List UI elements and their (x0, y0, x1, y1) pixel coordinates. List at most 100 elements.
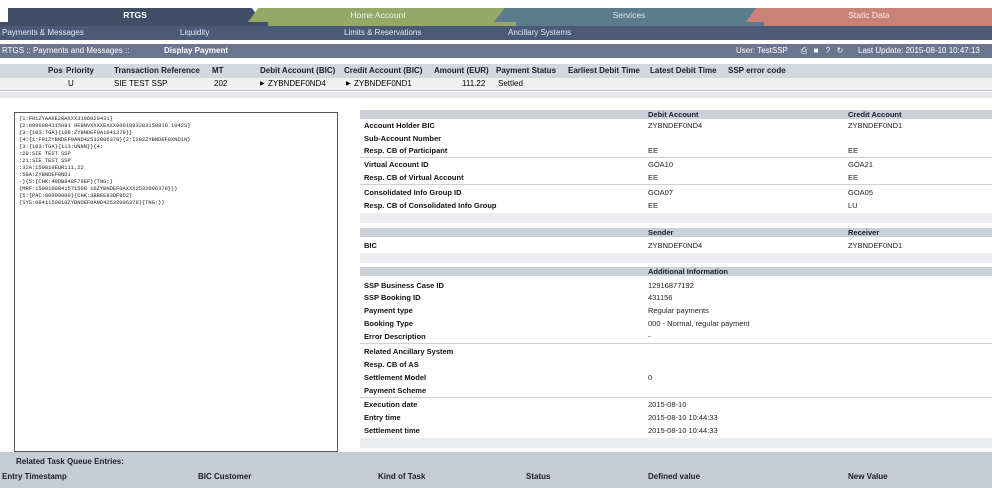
col-mt[interactable]: MT (212, 64, 224, 78)
bic-row: BIC ZYBNDEF0ND4 ZYBNDEF0ND1 (360, 240, 992, 251)
submenu-limits[interactable]: Limits & Reservations (344, 26, 421, 40)
col-priority[interactable]: Priority (66, 64, 94, 78)
print-icon[interactable]: ⎙ (800, 47, 808, 55)
receiver-bic: ZYBNDEF0ND1 (848, 241, 903, 250)
credit-value: EE (848, 146, 859, 155)
breadcrumb-bar: RTGS :: Payments and Messages :: Display… (0, 44, 992, 58)
info-row: Settlement time 2015-08-10 10:44:33 (360, 425, 992, 436)
submenu-payments[interactable]: Payments & Messages (2, 26, 84, 40)
arrow-right-icon[interactable]: ▶ (346, 78, 351, 90)
cell-debit[interactable]: ZYBNDEF0ND4 (268, 78, 326, 90)
table-row[interactable]: U SIE TEST SSP 202 ▶ ZYBNDEF0ND4 ▶ ZYBND… (0, 78, 992, 90)
tab-services[interactable]: Services (494, 8, 764, 22)
tab-rtgs[interactable]: RTGS (8, 8, 262, 22)
info-row: Booking Type 000 - Normal, regular payme… (360, 318, 992, 329)
submenu-liquidity[interactable]: Liquidity (180, 26, 209, 40)
message-line: {MRF:1508100841571508 10ZYBNDEF0AXXX2532… (19, 186, 178, 192)
col-error[interactable]: SSP error code (728, 64, 786, 78)
tab-static-data[interactable]: Static Data (746, 8, 992, 22)
row-label: Settlement Model (364, 373, 427, 382)
debit-value: ZYBNDEF0ND4 (648, 121, 703, 130)
cell-mt: 202 (214, 79, 228, 88)
row-label: Booking Type (364, 319, 414, 328)
account-row: Resp. CB of Participant EE EE (360, 145, 992, 156)
submenu-ancillary[interactable]: Ancillary Systems (508, 26, 571, 40)
debit-account-heading: Debit Account (648, 110, 699, 119)
credit-value: LU (848, 201, 858, 210)
col-credit[interactable]: Credit Account (BIC) (344, 64, 422, 78)
cell-credit[interactable]: ZYBNDEF0ND1 (354, 78, 412, 90)
row-value: 431156 (648, 293, 673, 302)
info-row: Payment type Regular payments (360, 305, 992, 316)
row-label: Error Description (364, 332, 426, 341)
related-title: Related Task Queue Entries: (16, 457, 124, 466)
save-icon[interactable]: ■ (812, 47, 820, 55)
col-earliest[interactable]: Earliest Debit Time (568, 64, 640, 78)
divider (0, 90, 992, 91)
row-label: Sub-Account Number (364, 134, 442, 143)
col-bic-customer[interactable]: BIC Customer (198, 472, 251, 481)
accounts-header: Debit Account Credit Account (360, 110, 992, 119)
help-icon[interactable]: ? (824, 47, 832, 55)
info-row: Payment Scheme (360, 385, 992, 396)
row-label: Consolidated Info Group ID (364, 188, 462, 197)
cell-reference: SIE TEST SSP (114, 79, 168, 88)
col-new-value[interactable]: New Value (848, 472, 888, 481)
last-update: Last Update: 2015-08-10 10:47:13 (858, 46, 980, 55)
section-spacer (360, 253, 992, 263)
row-label: Related Ancillary System (364, 347, 454, 356)
account-row: Virtual Account ID GOA10 GOA21 (360, 159, 992, 170)
col-amount[interactable]: Amount (EUR) (434, 64, 489, 78)
row-label: SSP Booking ID (364, 293, 421, 302)
col-latest[interactable]: Latest Debit Time (650, 64, 717, 78)
account-row: Account Holder BIC ZYBNDEF0ND4 ZYBNDEF0N… (360, 120, 992, 131)
col-debit[interactable]: Debit Account (BIC) (260, 64, 335, 78)
account-row: Resp. CB of Consolidated Info Group EE L… (360, 200, 992, 211)
cell-status: Settled (498, 79, 523, 88)
col-kind-of-task[interactable]: Kind of Task (378, 472, 425, 481)
info-row: Error Description - (360, 331, 992, 342)
message-line: {5:{PAC:00000000}{CHK:3BBEE83DF9D2} (19, 193, 133, 199)
row-label: Payment Scheme (364, 386, 427, 395)
row-label: Execution date (364, 400, 418, 409)
arrow-right-icon[interactable]: ▶ (260, 78, 265, 90)
credit-value: GOA05 (848, 188, 874, 197)
submenu-bar: Payments & Messages Liquidity Limits & R… (0, 26, 992, 40)
info-row: Entry time 2015-08-10 10:44:33 (360, 412, 992, 423)
divider (360, 343, 992, 344)
message-line: {3:{103:TGA}{113:UNNN}}{4: (19, 144, 104, 150)
parties-header: Sender Receiver (360, 228, 992, 237)
info-row: Related Ancillary System (360, 346, 992, 357)
row-label: Resp. CB of AS (364, 360, 419, 369)
row-label: Resp. CB of Participant (364, 146, 448, 155)
col-pos[interactable]: Pos (48, 64, 63, 78)
col-reference[interactable]: Transaction Reference (114, 64, 200, 78)
message-line: :58A:ZYBNDEF0ND1 (19, 172, 71, 178)
message-line: {3:{103:TGA}{108:ZYBNDEF0A1041378}} (19, 130, 133, 136)
row-label: Payment type (364, 306, 413, 315)
credit-value: GOA21 (848, 160, 874, 169)
related-task-queue: Related Task Queue Entries: Entry Timest… (0, 452, 992, 488)
col-defined-value[interactable]: Defined value (648, 472, 700, 481)
row-label: Settlement time (364, 426, 420, 435)
info-row: Resp. CB of AS (360, 359, 992, 370)
message-line: :32A:150810EUR111,22 (19, 165, 84, 171)
info-row: SSP Booking ID 431156 (360, 292, 992, 303)
row-value: 2015-08-10 10:44:33 (648, 413, 718, 422)
col-status[interactable]: Payment Status (496, 64, 556, 78)
col-status[interactable]: Status (526, 472, 550, 481)
col-entry-timestamp[interactable]: Entry Timestamp (2, 472, 67, 481)
swift-message-panel[interactable]: {1:F01ZYAAXE20AXXX3106029431} {2:0096084… (14, 112, 338, 452)
row-label: BIC (364, 241, 377, 250)
debit-value: EE (648, 201, 659, 210)
message-line: {SYS:0841150810ZYBNDEF0AND42532006378}{T… (19, 200, 165, 206)
row-value: Regular payments (648, 306, 709, 315)
divider (360, 157, 992, 158)
row-label: SSP Business Case ID (364, 281, 444, 290)
sender-bic: ZYBNDEF0ND4 (648, 241, 703, 250)
tab-home-account[interactable]: Home Account (248, 8, 508, 22)
credit-value: ZYBNDEF0ND1 (848, 121, 903, 130)
refresh-icon[interactable]: ↻ (836, 47, 844, 55)
additional-info-header: Additional Information (360, 267, 992, 276)
message-line: -}{5:{CHK:49DB848F79EF}{TNG:} (19, 179, 113, 185)
